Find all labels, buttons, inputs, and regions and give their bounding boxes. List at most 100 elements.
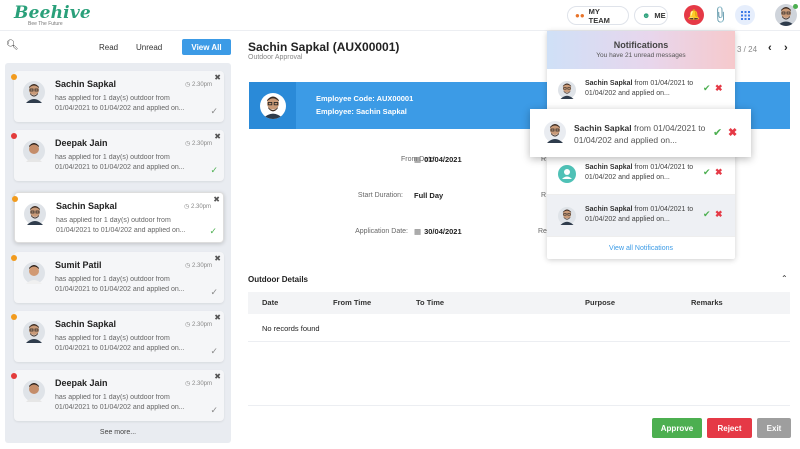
list-item[interactable]: Sachin Sapkal ◷ 2.30pm ✖ has applied for…	[11, 311, 224, 362]
filter-read[interactable]: Read	[99, 43, 118, 52]
reject-button[interactable]: Reject	[707, 418, 752, 438]
application-date-value: ▦ 30/04/2021	[414, 227, 462, 236]
filter-unread[interactable]: Unread	[136, 43, 162, 52]
approve-check-icon[interactable]: ✔	[703, 167, 711, 178]
time-text: 2.30pm	[191, 82, 212, 88]
reject-x-icon[interactable]: ✖	[715, 167, 723, 178]
list-item-name: Deepak Jain	[55, 138, 108, 148]
table-divider	[248, 341, 790, 342]
status-dot	[12, 196, 18, 202]
list-item-desc-2: 01/04/2021 to 01/04/202 and applied on..…	[55, 286, 185, 293]
notification-avatar	[558, 165, 576, 188]
status-dot	[11, 255, 17, 261]
my-team-label: MY TEAM	[588, 6, 610, 25]
list-item-desc-2: 01/04/2021 to 01/04/202 and applied on..…	[55, 164, 185, 171]
pagination-indicator: 3 / 24	[737, 45, 758, 54]
notification-item[interactable]: Sachin Sapkal from 01/04/2021 to 01/04/2…	[547, 69, 735, 111]
notification-text: Sachin Sapkal from 01/04/2021 to 01/04/2…	[585, 79, 705, 99]
employee-avatar-box	[249, 82, 296, 129]
chevron-up-icon: ⌃	[781, 274, 788, 283]
online-status-dot	[793, 4, 798, 9]
apps-grid-button[interactable]	[735, 5, 755, 25]
col-purpose: Purpose	[585, 298, 616, 307]
next-page-button[interactable]: ›	[784, 42, 788, 54]
grid-icon	[740, 10, 750, 20]
list-item[interactable]: Deepak Jain ◷ 2.30pm ✖ has applied for 1…	[11, 130, 224, 181]
top-bar: Beehive Bee The Future ●● MY TEAM ☻ ME 🔔…	[0, 0, 800, 31]
list-filters: 🔍︎ Read Unread View All	[0, 37, 240, 59]
page-subtitle: Outdoor Approval	[248, 54, 303, 61]
list-item-time: ◷ 2.30pm	[185, 380, 212, 387]
dismiss-close-icon[interactable]: ✖	[214, 372, 221, 381]
check-icon: ✓	[210, 405, 218, 415]
clock-icon: ◷	[185, 82, 192, 88]
time-text: 2.30pm	[190, 204, 211, 210]
list-item-desc-1: has applied for 1 day(s) outdoor from	[55, 154, 170, 161]
dismiss-close-icon[interactable]: ✖	[213, 195, 220, 204]
outdoor-table: Date From Time To Time Purpose Remarks N…	[248, 292, 790, 342]
reject-x-icon[interactable]: ✖	[728, 126, 737, 139]
dismiss-close-icon[interactable]: ✖	[214, 132, 221, 141]
approve-check-icon[interactable]: ✔	[713, 126, 722, 139]
status-dot	[11, 133, 17, 139]
bell-icon: 🔔	[687, 9, 701, 21]
notification-avatar	[544, 121, 566, 143]
list-item-name: Sachin Sapkal	[55, 319, 117, 329]
exit-button[interactable]: Exit	[757, 418, 791, 438]
dismiss-close-icon[interactable]: ✖	[214, 313, 221, 322]
from-date-text: 01/04/2021	[424, 155, 462, 164]
application-date-label: Application Date:	[355, 228, 408, 235]
clock-icon: ◷	[184, 204, 191, 210]
avatar	[24, 203, 46, 225]
collapse-section-button[interactable]: ⌃	[781, 274, 788, 283]
time-text: 2.30pm	[191, 263, 212, 269]
notifications-bell-button[interactable]: 🔔	[684, 5, 704, 25]
app-logo-name: Beehive	[14, 3, 91, 23]
check-icon: ✓	[210, 106, 218, 116]
my-team-button[interactable]: ●● MY TEAM	[567, 6, 629, 25]
avatar	[23, 262, 45, 284]
list-item[interactable]: Sachin Sapkal ◷ 2.30pm ✖ has applied for…	[12, 192, 224, 243]
list-item[interactable]: Deepak Jain ◷ 2.30pm ✖ has applied for 1…	[11, 370, 224, 421]
list-item[interactable]: Sumit Patil ◷ 2.30pm ✖ has applied for 1…	[11, 252, 224, 303]
notification-item[interactable]: Sachin Sapkal from 01/04/2021 to 01/04/2…	[547, 195, 735, 237]
list-item[interactable]: Sachin Sapkal ◷ 2.30pm ✖ has applied for…	[11, 71, 224, 122]
time-text: 2.30pm	[191, 141, 212, 147]
list-item-desc-1: has applied for 1 day(s) outdoor from	[55, 335, 170, 342]
approve-button[interactable]: Approve	[652, 418, 702, 438]
notification-item[interactable]: Sachin Sapkal from 01/04/2021 to 01/04/2…	[547, 153, 735, 195]
col-date: Date	[262, 298, 279, 307]
app-logo[interactable]: Beehive Bee The Future	[14, 3, 91, 27]
view-all-button[interactable]: View All	[182, 39, 231, 55]
search-icon[interactable]: 🔍︎	[6, 40, 19, 51]
chevron-left-icon: ‹	[768, 42, 772, 54]
list-item-time: ◷ 2.30pm	[185, 140, 212, 147]
paperclip-icon: 📎	[709, 4, 731, 26]
check-icon: ✓	[210, 165, 218, 175]
table-header-row: Date From Time To Time Purpose Remarks	[248, 292, 790, 314]
dismiss-close-icon[interactable]: ✖	[214, 73, 221, 82]
dismiss-close-icon[interactable]: ✖	[214, 254, 221, 263]
employee-code: Employee Code: AUX00001	[316, 94, 414, 103]
status-dot	[11, 373, 17, 379]
check-icon: ✓	[209, 226, 217, 236]
reject-x-icon[interactable]: ✖	[715, 209, 723, 220]
me-button[interactable]: ☻ ME	[634, 6, 668, 25]
prev-page-button[interactable]: ‹	[768, 42, 772, 54]
calendar-icon: ▦	[414, 155, 422, 164]
avatar	[23, 81, 45, 103]
time-text: 2.30pm	[191, 322, 212, 328]
see-more-link[interactable]: See more...	[5, 429, 231, 436]
view-all-notifications-link[interactable]: View all Notifications	[547, 245, 735, 252]
employee-avatar	[259, 92, 286, 119]
highlighted-notification[interactable]: Sachin Sapkal from 01/04/2021 to 01/04/2…	[530, 109, 751, 157]
clock-icon: ◷	[185, 263, 192, 269]
notification-sender: Sachin Sapkal	[585, 164, 633, 171]
reject-x-icon[interactable]: ✖	[715, 83, 723, 94]
approve-check-icon[interactable]: ✔	[703, 83, 711, 94]
approve-check-icon[interactable]: ✔	[703, 209, 711, 220]
list-item-desc-1: has applied for 1 day(s) outdoor from	[55, 394, 170, 401]
list-item-desc-1: has applied for 1 day(s) outdoor from	[55, 276, 170, 283]
check-icon: ✓	[210, 287, 218, 297]
attachment-button[interactable]: 📎	[710, 5, 730, 25]
